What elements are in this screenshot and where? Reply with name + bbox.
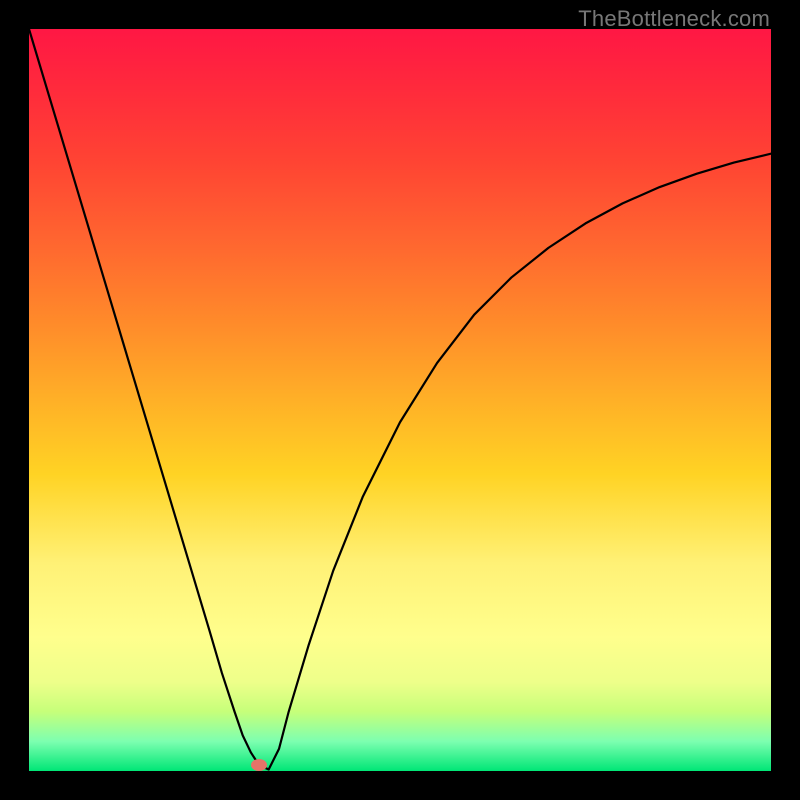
optimal-point-marker bbox=[251, 759, 267, 771]
chart-frame: TheBottleneck.com bbox=[0, 0, 800, 800]
bottleneck-curve bbox=[29, 29, 771, 771]
attribution-text: TheBottleneck.com bbox=[578, 6, 770, 32]
plot-area bbox=[29, 29, 771, 771]
